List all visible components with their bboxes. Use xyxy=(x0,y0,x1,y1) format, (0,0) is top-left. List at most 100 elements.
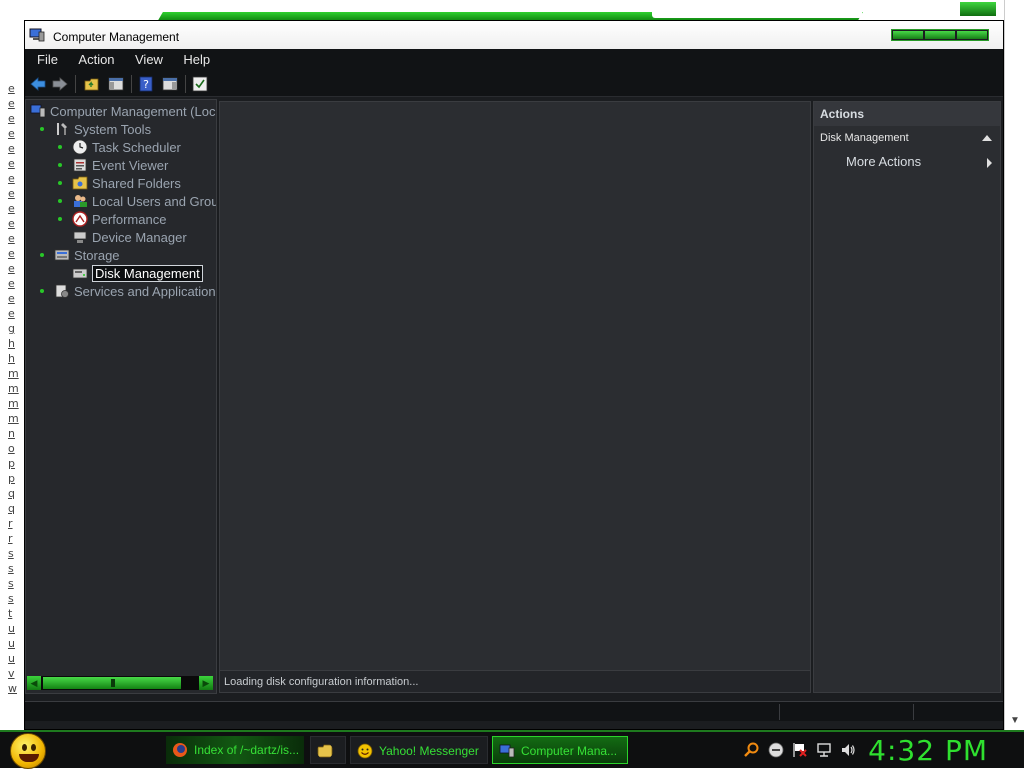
background-link-letter[interactable]: q xyxy=(8,487,15,500)
background-link-letter[interactable]: u xyxy=(8,652,15,665)
forward-arrow-icon[interactable] xyxy=(51,75,69,93)
background-link-letter[interactable]: e xyxy=(8,112,15,125)
storage-icon xyxy=(54,249,70,261)
tree-item-disk-management[interactable]: Disk Management xyxy=(58,264,203,282)
background-link-letter[interactable]: s xyxy=(8,577,14,590)
background-link-letter[interactable]: m xyxy=(8,367,19,380)
scroll-left-arrow-icon[interactable]: ◀ xyxy=(27,676,41,690)
background-link-letter[interactable]: e xyxy=(8,232,15,245)
taskbar-task-computer-management[interactable]: Computer Mana... xyxy=(492,736,628,764)
title-bar[interactable]: Computer Management xyxy=(25,21,1003,51)
taskbar-task-folder[interactable] xyxy=(310,736,346,764)
background-link-letter[interactable]: e xyxy=(8,127,15,140)
tree-item-device-manager[interactable]: Device Manager xyxy=(58,228,187,246)
tree-item-services-and-applications[interactable]: Services and Applications xyxy=(40,282,216,300)
expand-bullet-icon[interactable] xyxy=(40,289,44,293)
collapse-caret-icon[interactable] xyxy=(982,135,992,141)
tree-item-performance[interactable]: Performance xyxy=(58,210,166,228)
background-link-letter[interactable]: e xyxy=(8,187,15,200)
background-link-letter[interactable]: s xyxy=(8,562,14,575)
expand-bullet-icon[interactable] xyxy=(58,217,62,221)
help-icon[interactable]: ? xyxy=(137,75,155,93)
background-link-letter[interactable]: v xyxy=(8,667,15,680)
background-link-letter[interactable]: e xyxy=(8,142,15,155)
background-link-letter[interactable]: m xyxy=(8,397,19,410)
tree-horizontal-scrollbar[interactable]: ◀ ▶ xyxy=(27,676,213,690)
background-link-letter[interactable]: w xyxy=(8,682,17,695)
messenger-status-icon[interactable] xyxy=(768,742,784,758)
tree-item-shared-folders[interactable]: Shared Folders xyxy=(58,174,181,192)
show-hide-action-pane-icon[interactable] xyxy=(161,75,179,93)
up-folder-icon[interactable] xyxy=(83,75,101,93)
search-icon[interactable] xyxy=(744,742,760,758)
close-button[interactable] xyxy=(957,31,987,39)
background-link-letter[interactable]: e xyxy=(8,217,15,230)
background-link-letter[interactable]: e xyxy=(8,262,15,275)
background-link-letter[interactable]: e xyxy=(8,292,15,305)
start-button-smiley-icon[interactable] xyxy=(10,733,46,769)
menu-view[interactable]: View xyxy=(127,49,171,70)
background-link-letter[interactable]: e xyxy=(8,97,15,110)
tree-item-local-users-and-grou[interactable]: Local Users and Grou xyxy=(58,192,216,210)
background-link-letter[interactable]: p xyxy=(8,472,15,485)
background-link-letter[interactable]: e xyxy=(8,277,15,290)
background-link-letter[interactable]: u xyxy=(8,637,15,650)
background-link-letter[interactable]: q xyxy=(8,502,15,515)
actions-section-disk-management[interactable]: Disk Management xyxy=(814,126,1000,150)
background-link-letter[interactable]: e xyxy=(8,172,15,185)
taskbar-task-yahoo-messenger[interactable]: Yahoo! Messenger xyxy=(350,736,488,764)
tree-item-task-scheduler[interactable]: Task Scheduler xyxy=(58,138,181,156)
taskbar-task-firefox[interactable]: Index of /~dartz/is... xyxy=(166,736,304,764)
background-link-letter[interactable]: m xyxy=(8,412,19,425)
task-label: Yahoo! Messenger xyxy=(379,744,479,758)
menu-file[interactable]: File xyxy=(29,49,66,70)
security-flag-icon[interactable] xyxy=(792,742,808,758)
back-arrow-icon[interactable] xyxy=(29,75,47,93)
menu-help[interactable]: Help xyxy=(175,49,218,70)
scroll-right-arrow-icon[interactable]: ▶ xyxy=(199,676,213,690)
background-link-letter[interactable]: r xyxy=(8,532,13,545)
background-link-letter[interactable]: u xyxy=(8,622,15,635)
background-link-letter[interactable]: e xyxy=(8,247,15,260)
tree-item-event-viewer[interactable]: Event Viewer xyxy=(58,156,168,174)
background-link-letter[interactable]: e xyxy=(8,202,15,215)
volume-icon[interactable] xyxy=(840,742,856,758)
tree-item-system-tools[interactable]: System Tools xyxy=(40,120,151,138)
minimize-button[interactable] xyxy=(893,31,923,39)
taskbar-clock[interactable]: 4:32 PM xyxy=(868,734,988,767)
background-link-letter[interactable]: e xyxy=(8,307,15,320)
menu-action[interactable]: Action xyxy=(70,49,122,70)
background-link-letter[interactable]: t xyxy=(8,607,12,620)
background-link-letter[interactable]: e xyxy=(8,157,15,170)
background-link-letter[interactable]: e xyxy=(8,82,15,95)
tree-item-computer-management-loc[interactable]: Computer Management (Loc xyxy=(30,102,215,120)
background-link-letter[interactable]: n xyxy=(8,427,15,440)
tree-item-storage[interactable]: Storage xyxy=(40,246,120,264)
toolbar: ? xyxy=(25,71,1003,97)
background-link-letter[interactable]: s xyxy=(8,592,14,605)
background-link-letter[interactable]: p xyxy=(8,457,15,470)
background-link-letter[interactable]: o xyxy=(8,442,15,455)
show-hide-console-tree-icon[interactable] xyxy=(107,75,125,93)
background-link-letter[interactable]: g xyxy=(8,322,15,335)
expand-bullet-icon[interactable] xyxy=(40,127,44,131)
scroll-down-arrow-icon[interactable]: ▼ xyxy=(1010,715,1020,726)
window-controls[interactable] xyxy=(891,29,989,41)
expand-bullet-icon[interactable] xyxy=(58,181,62,185)
network-icon[interactable] xyxy=(816,742,832,758)
background-link-letter[interactable]: m xyxy=(8,382,19,395)
maximize-button[interactable] xyxy=(925,31,955,39)
background-link-letter[interactable]: h xyxy=(8,337,15,350)
results-pane[interactable]: Loading disk configuration information..… xyxy=(219,101,811,693)
expand-bullet-icon[interactable] xyxy=(40,253,44,257)
background-link-letter[interactable]: r xyxy=(8,517,13,530)
background-scrollbar[interactable]: ▼ xyxy=(1004,0,1024,730)
more-actions-item[interactable]: More Actions xyxy=(814,150,1000,174)
expand-bullet-icon[interactable] xyxy=(58,199,62,203)
expand-bullet-icon[interactable] xyxy=(58,163,62,167)
more-actions-label: More Actions xyxy=(846,154,922,169)
expand-bullet-icon[interactable] xyxy=(58,145,62,149)
background-link-letter[interactable]: s xyxy=(8,547,14,560)
background-link-letter[interactable]: h xyxy=(8,352,15,365)
rescan-disks-icon[interactable] xyxy=(191,75,209,93)
